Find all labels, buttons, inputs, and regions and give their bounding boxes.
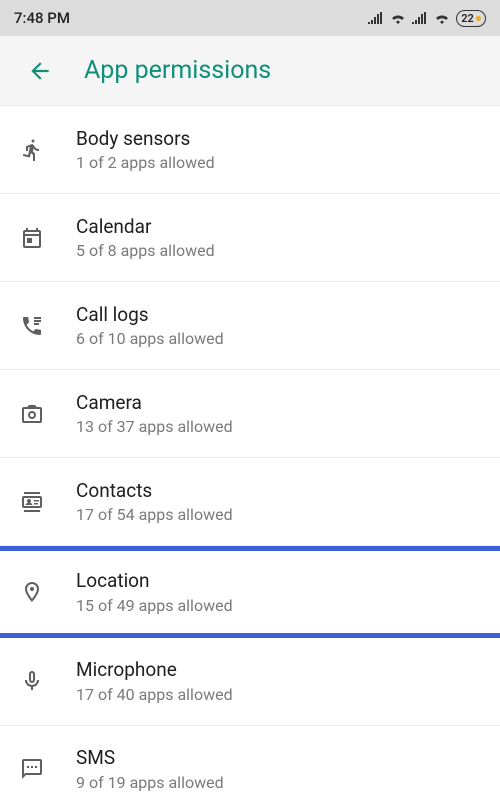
row-text: Body sensors 1 of 2 apps allowed <box>76 127 480 173</box>
sms-icon <box>20 757 76 781</box>
permission-row-microphone[interactable]: Microphone 17 of 40 apps allowed <box>0 638 500 726</box>
permission-row-contacts[interactable]: Contacts 17 of 54 apps allowed <box>0 458 500 546</box>
row-subtitle: 6 of 10 apps allowed <box>76 329 480 348</box>
row-title: Call logs <box>76 303 480 328</box>
row-text: Microphone 17 of 40 apps allowed <box>76 658 480 704</box>
call-logs-icon <box>20 314 76 338</box>
back-button[interactable] <box>20 51 60 91</box>
row-title: Microphone <box>76 658 480 683</box>
battery-level: 22 <box>461 12 474 25</box>
row-text: Calendar 5 of 8 apps allowed <box>76 215 480 261</box>
microphone-icon <box>20 669 76 693</box>
permission-row-body-sensors[interactable]: Body sensors 1 of 2 apps allowed <box>0 106 500 194</box>
row-text: Location 15 of 49 apps allowed <box>76 569 480 615</box>
permission-row-call-logs[interactable]: Call logs 6 of 10 apps allowed <box>0 282 500 370</box>
row-title: Contacts <box>76 479 480 504</box>
wifi-icon <box>390 12 406 24</box>
app-bar: App permissions <box>0 36 500 106</box>
row-text: SMS 9 of 19 apps allowed <box>76 746 480 792</box>
row-subtitle: 13 of 37 apps allowed <box>76 417 480 436</box>
permission-row-calendar[interactable]: Calendar 5 of 8 apps allowed <box>0 194 500 282</box>
row-subtitle: 17 of 54 apps allowed <box>76 505 480 524</box>
signal-icon-2 <box>412 12 428 24</box>
permission-row-sms[interactable]: SMS 9 of 19 apps allowed <box>0 726 500 803</box>
calendar-icon <box>20 226 76 250</box>
page-title: App permissions <box>84 56 271 85</box>
row-subtitle: 15 of 49 apps allowed <box>76 596 480 615</box>
row-text: Camera 13 of 37 apps allowed <box>76 391 480 437</box>
permissions-list: Body sensors 1 of 2 apps allowed Calenda… <box>0 106 500 803</box>
arrow-back-icon <box>27 58 53 84</box>
battery-dot-icon <box>476 16 481 21</box>
row-title: Body sensors <box>76 127 480 152</box>
row-title: SMS <box>76 746 480 771</box>
row-subtitle: 1 of 2 apps allowed <box>76 153 480 172</box>
status-icons: 22 <box>368 10 486 27</box>
row-subtitle: 9 of 19 apps allowed <box>76 773 480 792</box>
permission-row-location[interactable]: Location 15 of 49 apps allowed <box>0 546 500 638</box>
status-bar: 7:48 PM 22 <box>0 0 500 36</box>
body-sensors-icon <box>20 138 76 162</box>
permission-row-camera[interactable]: Camera 13 of 37 apps allowed <box>0 370 500 458</box>
row-title: Location <box>76 569 480 594</box>
signal-icon <box>368 12 384 24</box>
row-subtitle: 5 of 8 apps allowed <box>76 241 480 260</box>
wifi-icon-2 <box>434 12 450 24</box>
row-subtitle: 17 of 40 apps allowed <box>76 685 480 704</box>
location-icon <box>20 580 76 604</box>
contacts-icon <box>20 490 76 514</box>
row-text: Contacts 17 of 54 apps allowed <box>76 479 480 525</box>
camera-icon <box>20 402 76 426</box>
row-text: Call logs 6 of 10 apps allowed <box>76 303 480 349</box>
row-title: Camera <box>76 391 480 416</box>
row-title: Calendar <box>76 215 480 240</box>
status-time: 7:48 PM <box>14 9 70 27</box>
battery-indicator: 22 <box>456 10 486 27</box>
